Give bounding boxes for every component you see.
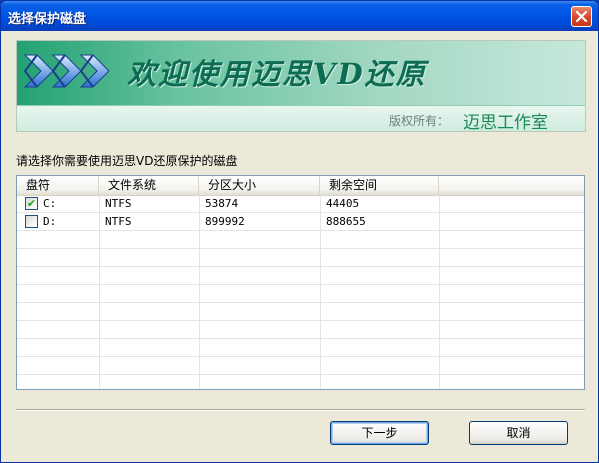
table-row[interactable]: ✔ C: NTFS 53874 44405 (17, 195, 584, 213)
column-header-filesystem[interactable]: 文件系统 (99, 176, 199, 195)
empty-row (17, 321, 584, 339)
column-header-free-space[interactable]: 剩余空间 (320, 176, 439, 195)
title-bar[interactable]: 选择保护磁盘 (1, 1, 598, 31)
drive-cell: D: (43, 215, 57, 228)
table-row[interactable]: D: NTFS 899992 888655 (17, 213, 584, 231)
empty-row (17, 357, 584, 375)
empty-row (17, 231, 584, 249)
empty-row (17, 339, 584, 357)
size-cell: 899992 (205, 215, 245, 228)
column-header-drive[interactable]: 盘符 (17, 176, 99, 195)
free-cell: 44405 (326, 197, 360, 210)
free-cell: 888655 (326, 215, 366, 228)
instruction-text: 请选择你需要使用迈思VD还原保护的磁盘 (16, 154, 238, 168)
banner: 欢迎使用迈思VD还原 版权所有： 迈思工作室 (16, 40, 586, 132)
empty-row (17, 249, 584, 267)
dialog-window: 选择保护磁盘 欢迎使用迈思VD还原 版权所有： 迈思工作室 请选择你需要使用迈思… (0, 0, 599, 463)
filesystem-cell: NTFS (105, 197, 132, 210)
filesystem-cell: NTFS (105, 215, 132, 228)
banner-top: 欢迎使用迈思VD还原 (17, 41, 585, 105)
empty-row (17, 285, 584, 303)
empty-row (17, 303, 584, 321)
close-icon (575, 10, 588, 23)
dialog-client-area: 欢迎使用迈思VD还原 版权所有： 迈思工作室 请选择你需要使用迈思VD还原保护的… (4, 31, 595, 460)
size-cell: 53874 (205, 197, 239, 210)
close-button[interactable] (571, 6, 592, 27)
column-header-partition-size[interactable]: 分区大小 (199, 176, 320, 195)
brand-logo-icon (23, 54, 110, 88)
empty-row (17, 267, 584, 285)
separator-line (16, 409, 585, 411)
window-title: 选择保护磁盘 (8, 12, 87, 27)
disk-list[interactable]: 盘符 文件系统 分区大小 剩余空间 ✔ C: NTFS 53874 44405 … (16, 175, 585, 390)
banner-footer: 版权所有： 迈思工作室 (17, 105, 585, 132)
copyright-value: 迈思工作室 (463, 113, 548, 132)
list-header: 盘符 文件系统 分区大小 剩余空间 (17, 176, 584, 196)
banner-slogan: 欢迎使用迈思VD还原 (127, 57, 427, 91)
next-button[interactable]: 下一步 (330, 421, 429, 445)
drive-cell: C: (43, 197, 57, 210)
cancel-button[interactable]: 取消 (469, 421, 568, 445)
copyright-label: 版权所有： (389, 114, 450, 128)
